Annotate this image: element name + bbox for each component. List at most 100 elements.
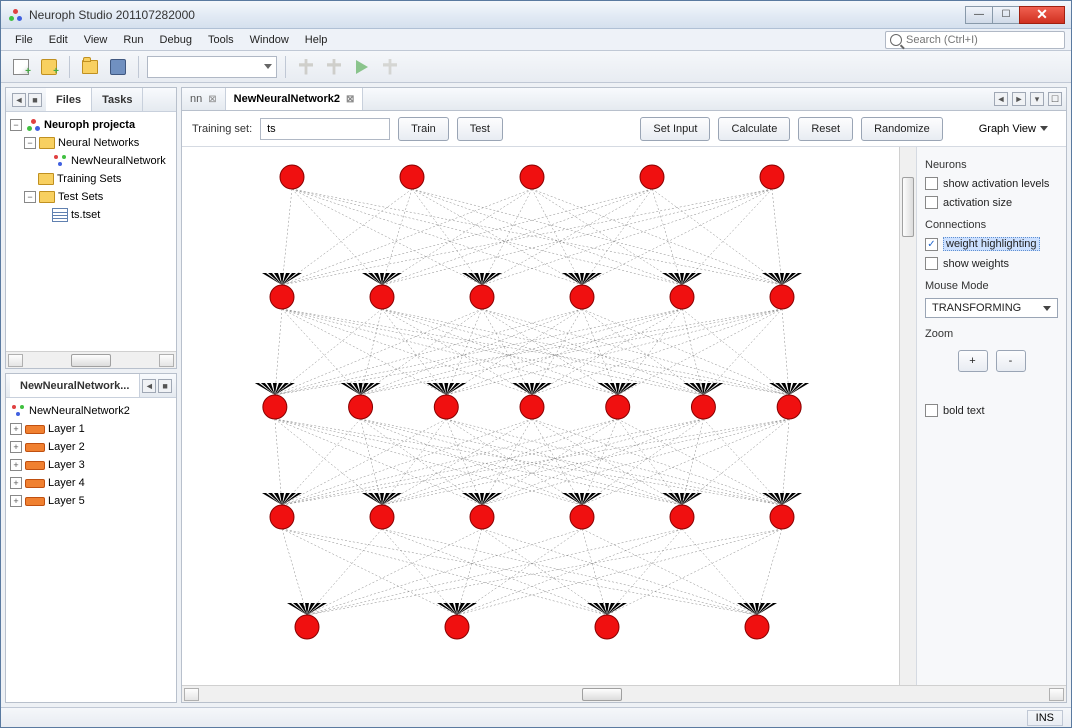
tree-project[interactable]: − Neuroph projecta: [10, 116, 172, 134]
save-button[interactable]: [106, 55, 130, 79]
menu-tools[interactable]: Tools: [200, 31, 242, 49]
mouse-mode-select[interactable]: TRANSFORMING: [925, 298, 1058, 318]
menu-view[interactable]: View: [76, 31, 116, 49]
expand-icon[interactable]: −: [10, 119, 22, 131]
tree-layer[interactable]: +Layer 3: [10, 456, 172, 474]
expand-icon[interactable]: +: [10, 441, 22, 453]
checkbox[interactable]: [925, 177, 938, 190]
build-button[interactable]: [294, 55, 318, 79]
tab-close-icon[interactable]: ⊠: [208, 94, 216, 105]
expand-icon[interactable]: +: [10, 477, 22, 489]
run-button[interactable]: [350, 55, 374, 79]
menu-edit[interactable]: Edit: [41, 31, 76, 49]
tree-layer[interactable]: +Layer 5: [10, 492, 172, 510]
tree-label: Neuroph projecta: [44, 119, 135, 131]
view-mode-combo[interactable]: Graph View: [971, 123, 1056, 135]
expand-icon[interactable]: +: [10, 459, 22, 471]
network-canvas[interactable]: [182, 147, 899, 685]
set-input-button[interactable]: Set Input: [640, 117, 710, 141]
opt-weight-highlight[interactable]: weight highlighting: [925, 237, 1058, 251]
menu-run[interactable]: Run: [115, 31, 151, 49]
dropdown-button[interactable]: ▾: [1030, 92, 1044, 106]
randomize-button[interactable]: Randomize: [861, 117, 943, 141]
tab-tasks[interactable]: Tasks: [92, 88, 143, 111]
opt-show-weights[interactable]: show weights: [925, 257, 1058, 270]
expand-icon[interactable]: +: [10, 423, 22, 435]
expand-icon[interactable]: −: [24, 137, 36, 149]
zoom-out-button[interactable]: -: [996, 350, 1026, 372]
debug-button[interactable]: [378, 55, 402, 79]
editor-tab-nn[interactable]: nn ⊠: [182, 88, 226, 110]
opt-show-act-levels[interactable]: show activation levels: [925, 177, 1058, 190]
project-tree[interactable]: − Neuroph projecta − Neural Networks New…: [6, 112, 176, 351]
maximize-editor-button[interactable]: ☐: [1048, 92, 1062, 106]
search-box[interactable]: [885, 31, 1065, 49]
checkbox[interactable]: [925, 404, 938, 417]
tree-nn-folder[interactable]: − Neural Networks: [10, 134, 172, 152]
config-combo[interactable]: [147, 56, 277, 78]
inspector-tree[interactable]: NewNeuralNetwork2 +Layer 1+Layer 2+Layer…: [6, 398, 176, 702]
minimize-button[interactable]: —: [965, 6, 993, 24]
layer-icon: [25, 425, 45, 434]
tree-layer[interactable]: +Layer 2: [10, 438, 172, 456]
vscrollbar[interactable]: [899, 147, 916, 685]
expand-icon[interactable]: +: [10, 495, 22, 507]
editor-area: nn ⊠ NewNeuralNetwork2 ⊠ ◄ ► ▾ ☐ Trainin…: [181, 87, 1067, 703]
zoom-in-button[interactable]: +: [958, 350, 988, 372]
panel-nav-right[interactable]: ■: [158, 379, 172, 393]
tree-layer[interactable]: +Layer 4: [10, 474, 172, 492]
tab-close-icon[interactable]: ⊠: [346, 94, 354, 105]
inspector-title: NewNeuralNetwork...: [10, 374, 140, 397]
menu-help[interactable]: Help: [297, 31, 336, 49]
hammer-icon: [299, 59, 313, 75]
tab-label: nn: [190, 93, 202, 105]
mouse-mode-section: Mouse Mode: [925, 280, 1058, 292]
checkbox[interactable]: [925, 257, 938, 270]
close-button[interactable]: ✕: [1019, 6, 1065, 24]
project-icon: [25, 118, 41, 132]
opt-bold-text[interactable]: bold text: [925, 404, 1058, 417]
maximize-button[interactable]: ☐: [992, 6, 1020, 24]
app-icon: [7, 7, 23, 23]
chevron-down-icon: [264, 64, 272, 69]
training-set-input[interactable]: [260, 118, 390, 140]
training-set-label: Training set:: [192, 123, 252, 135]
hscrollbar[interactable]: [6, 351, 176, 368]
menu-window[interactable]: Window: [242, 31, 297, 49]
tab-files[interactable]: Files: [46, 88, 92, 111]
new-project-button[interactable]: [37, 55, 61, 79]
canvas-hscrollbar[interactable]: [182, 685, 1066, 702]
open-button[interactable]: [78, 55, 102, 79]
new-file-icon: [13, 59, 29, 75]
new-file-button[interactable]: [9, 55, 33, 79]
editor-tab-newnn2[interactable]: NewNeuralNetwork2 ⊠: [226, 88, 364, 110]
menu-debug[interactable]: Debug: [152, 31, 200, 49]
folder-icon: [39, 191, 55, 203]
tree-nn-item[interactable]: NewNeuralNetwork: [10, 152, 172, 170]
test-button[interactable]: Test: [457, 117, 503, 141]
tree-ts-folder[interactable]: Training Sets: [10, 170, 172, 188]
scroll-left-button[interactable]: ◄: [994, 92, 1008, 106]
files-panel-header: ◄ ■ Files Tasks: [6, 88, 176, 112]
tree-test-folder[interactable]: − Test Sets: [10, 188, 172, 206]
expand-icon[interactable]: −: [24, 191, 36, 203]
opt-activation-size[interactable]: activation size: [925, 196, 1058, 209]
scroll-right-button[interactable]: ►: [1012, 92, 1026, 106]
tab-label: NewNeuralNetwork2: [234, 93, 340, 105]
checkbox[interactable]: [925, 196, 938, 209]
panel-nav-left[interactable]: ◄: [12, 93, 26, 107]
reset-button[interactable]: Reset: [798, 117, 853, 141]
tree-nn-root[interactable]: NewNeuralNetwork2: [10, 402, 172, 420]
play-icon: [356, 60, 368, 74]
panel-nav-right[interactable]: ■: [28, 93, 42, 107]
panel-nav-left[interactable]: ◄: [142, 379, 156, 393]
clean-build-button[interactable]: [322, 55, 346, 79]
zoom-section: Zoom: [925, 328, 1058, 340]
tree-layer[interactable]: +Layer 1: [10, 420, 172, 438]
search-input[interactable]: [906, 34, 1060, 46]
tree-test-item[interactable]: ts.tset: [10, 206, 172, 224]
checkbox[interactable]: [925, 238, 938, 251]
train-button[interactable]: Train: [398, 117, 449, 141]
menu-file[interactable]: File: [7, 31, 41, 49]
calculate-button[interactable]: Calculate: [718, 117, 790, 141]
